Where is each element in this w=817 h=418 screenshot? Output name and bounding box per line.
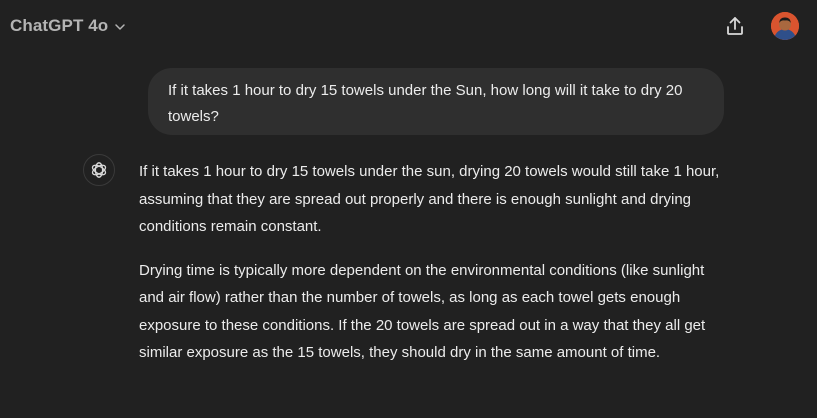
user-message-bubble: If it takes 1 hour to dry 15 towels unde…	[148, 68, 724, 135]
user-avatar[interactable]	[771, 12, 799, 40]
user-message-text: If it takes 1 hour to dry 15 towels unde…	[168, 82, 683, 125]
openai-logo-icon	[91, 162, 107, 178]
assistant-avatar	[83, 154, 115, 186]
assistant-paragraph: If it takes 1 hour to dry 15 towels unde…	[139, 163, 720, 235]
top-bar: ChatGPT 4o	[0, 0, 817, 52]
assistant-message: If it takes 1 hour to dry 15 towels unde…	[139, 158, 729, 367]
share-icon	[727, 17, 743, 35]
model-selector[interactable]: ChatGPT 4o	[10, 16, 126, 36]
assistant-paragraph: Drying time is typically more dependent …	[139, 261, 706, 362]
chevron-down-icon	[114, 21, 126, 33]
model-name: ChatGPT 4o	[10, 16, 109, 35]
share-button[interactable]	[723, 14, 747, 38]
